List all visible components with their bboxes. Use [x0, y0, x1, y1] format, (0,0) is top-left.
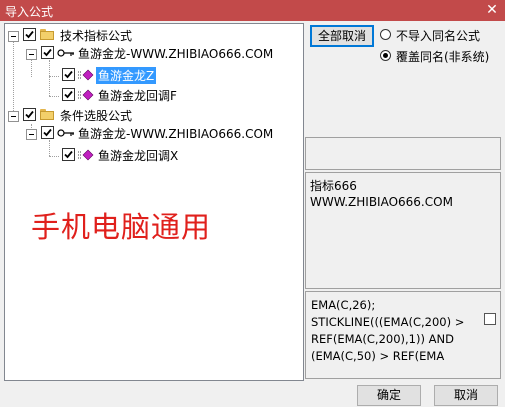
- checkbox-checked[interactable]: [23, 108, 36, 121]
- code-line: (EMA(C,50) > REF(EMA: [311, 349, 445, 363]
- checkmark-icon: [43, 48, 52, 57]
- key-icon: [57, 129, 74, 137]
- checkbox-checked[interactable]: [41, 126, 54, 139]
- tree-node-formula-f[interactable]: 鱼游金龙回调F: [5, 86, 295, 104]
- code-checkbox[interactable]: [484, 313, 496, 325]
- code-preview-text: EMA(C,26); STICKLINE(((EMA(C,200) > REF(EM…: [311, 297, 486, 365]
- collapse-icon[interactable]: [8, 31, 19, 42]
- radio-selected-icon[interactable]: [380, 50, 391, 61]
- checkbox-checked[interactable]: [23, 28, 36, 41]
- tree-node-label: 鱼游金龙回调F: [98, 89, 177, 103]
- tree-node-label: 鱼游金龙-WWW.ZHIBIAO666.COM: [78, 127, 274, 141]
- description-line: 指标666: [310, 179, 357, 193]
- checkmark-icon: [43, 128, 52, 137]
- checkbox-checked[interactable]: [62, 148, 75, 161]
- checkmark-icon: [64, 70, 73, 79]
- checkbox-checked[interactable]: [62, 88, 75, 101]
- tree-node-label: 鱼游金龙Z: [96, 67, 157, 84]
- tree-node-label: 技术指标公式: [60, 29, 133, 43]
- code-line: REF(EMA(C,200),1)) AND: [311, 332, 454, 346]
- code-line: STICKLINE(((EMA(C,200) >: [311, 315, 465, 329]
- checkmark-icon: [64, 150, 73, 159]
- key-icon: [57, 49, 74, 57]
- radio-label: 覆盖同名(非系统): [396, 50, 490, 64]
- radio-unselected-icon[interactable]: [380, 29, 391, 40]
- tree-node-label: 条件选股公式: [60, 109, 133, 123]
- tree-node-formula-z[interactable]: 鱼游金龙Z: [5, 66, 295, 84]
- radio-no-import-same-name[interactable]: 不导入同名公式: [380, 27, 500, 43]
- checkbox-checked[interactable]: [62, 68, 75, 81]
- close-icon[interactable]: ✕: [483, 1, 501, 19]
- cancel-all-button[interactable]: 全部取消: [310, 25, 374, 47]
- tree-node-formula-x[interactable]: 鱼游金龙回调X: [5, 146, 295, 164]
- collapse-icon[interactable]: [26, 49, 37, 60]
- formula-tree[interactable]: 技术指标公式 鱼游金龙-WWW.ZHIBIAO666.COM 鱼游金龙Z 鱼游金…: [4, 23, 304, 381]
- radio-overwrite-same-name[interactable]: 覆盖同名(非系统): [380, 48, 500, 64]
- collapse-icon[interactable]: [8, 111, 19, 122]
- description-line: WWW.ZHIBIAO666.COM: [310, 195, 453, 209]
- tree-node-source-1[interactable]: 鱼游金龙-WWW.ZHIBIAO666.COM: [5, 44, 295, 62]
- collapse-icon[interactable]: [26, 129, 37, 140]
- ok-button[interactable]: 确定: [357, 385, 421, 406]
- tree-node-label: 鱼游金龙-WWW.ZHIBIAO666.COM: [78, 47, 274, 61]
- tree-node-indicator-formulas[interactable]: 技术指标公式: [5, 26, 295, 44]
- folder-icon: [40, 29, 54, 40]
- window-title: 导入公式: [5, 5, 54, 19]
- cancel-button[interactable]: 取消: [434, 385, 498, 406]
- checkmark-icon: [25, 30, 34, 39]
- tree-node-label: 鱼游金龙回调X: [98, 149, 179, 163]
- tree-node-source-2[interactable]: 鱼游金龙-WWW.ZHIBIAO666.COM: [5, 124, 295, 142]
- watermark-text: 手机电脑通用: [31, 210, 212, 244]
- title-bar: 导入公式 ✕: [0, 0, 505, 21]
- description-text: 指标666 WWW.ZHIBIAO666.COM: [310, 178, 453, 210]
- formula-icon: [78, 89, 94, 101]
- checkmark-icon: [25, 110, 34, 119]
- checkmark-icon: [64, 90, 73, 99]
- folder-icon: [40, 109, 54, 120]
- code-line: EMA(C,26);: [311, 298, 376, 312]
- tree-node-screener-formulas[interactable]: 条件选股公式: [5, 106, 295, 124]
- formula-icon: [78, 149, 94, 161]
- formula-icon: [78, 69, 94, 81]
- radio-label: 不导入同名公式: [396, 29, 481, 43]
- checkbox-checked[interactable]: [41, 46, 54, 59]
- blank-info-box: [305, 137, 501, 170]
